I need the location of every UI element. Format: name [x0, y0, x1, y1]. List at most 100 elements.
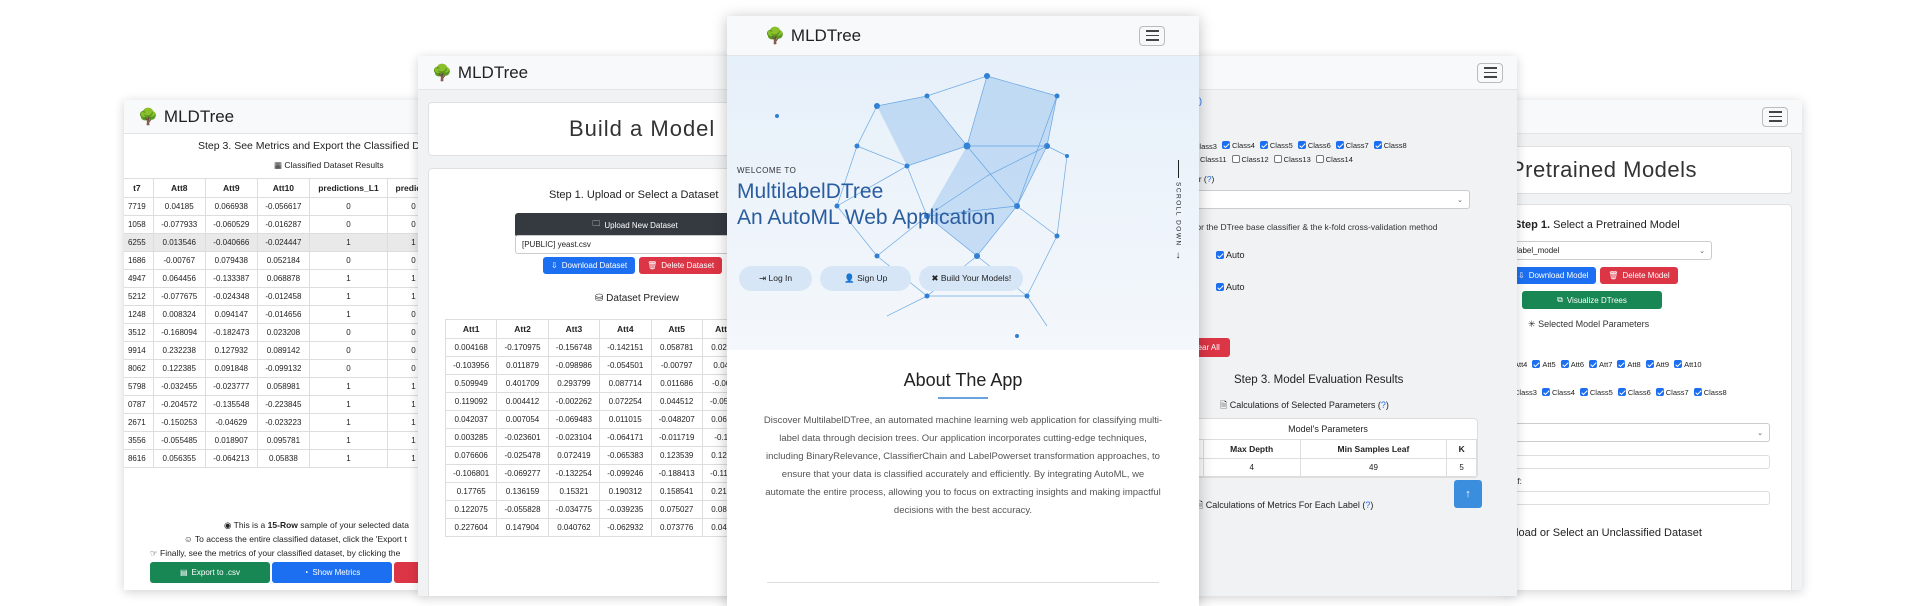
column-header: Att8 [152, 178, 206, 198]
att-checkbox[interactable]: Att5 [1532, 360, 1556, 369]
dataset-preview-heading: ⛁ Dataset Preview [595, 293, 679, 304]
table-row: 5798 -0.032455 -0.023777 0.058981 1 1 [124, 377, 424, 396]
classified-results-window: 🌳 MLDTree Step 3. See Metrics and Export … [124, 100, 424, 590]
download-model-button[interactable]: ⇩ Download Model [1510, 267, 1597, 284]
table-row: 1058 -0.077933 -0.060529 -0.016287 0 0 [124, 215, 424, 234]
table-cell: 0.073776 [650, 518, 703, 537]
att-checkbox[interactable]: Att10 [1674, 360, 1702, 369]
menu-toggle-button[interactable] [1762, 106, 1788, 127]
auto-checkbox[interactable]: Auto [1216, 282, 1245, 292]
att-checkbox[interactable]: Att6 [1560, 360, 1584, 369]
eye-icon: ◉ [224, 520, 232, 530]
tools-icon: ✖ [931, 273, 939, 283]
build-model-window: 🌳 MLDTree Build a Model Step 1. Upload or… [418, 56, 742, 596]
table-cell: -0.170975 [496, 338, 549, 357]
class-checkbox[interactable]: Class5 [1259, 141, 1293, 150]
class-checkbox[interactable]: Class13 [1273, 155, 1311, 164]
table-cell: 0.004412 [496, 392, 549, 411]
column-header: Att2 [496, 319, 549, 339]
table-cell: 0.087714 [599, 374, 652, 393]
column-header: Att5 [650, 319, 703, 339]
table-cell: 0.136159 [496, 482, 549, 501]
folder-icon: 🗀 [592, 219, 601, 228]
table-cell: 0.079438 [204, 251, 258, 270]
table-cell: 0.091848 [204, 359, 258, 378]
classifier-select[interactable]: ⌄ [1180, 190, 1470, 209]
download-dataset-button[interactable]: ⇩ Download Dataset [543, 257, 636, 274]
class-checkbox[interactable]: Class8 [1693, 388, 1727, 397]
att-checkbox[interactable]: Att9 [1645, 360, 1669, 369]
table-cell: 0 [308, 215, 388, 234]
table-cell: 0.013546 [152, 233, 206, 252]
visualize-dtrees-button[interactable]: ⧉ Visualize DTrees [1522, 291, 1662, 309]
smile-icon: ☺ [184, 534, 193, 544]
params-table-card: Model's Parameters Max Depth Min Samples … [1180, 418, 1478, 478]
scroll-down-indicator[interactable]: SCROLL DOWN ↓ [1171, 160, 1185, 290]
chart-icon: ◔ [303, 568, 309, 577]
trash-icon: 🗑 [1608, 271, 1619, 280]
class-checkbox[interactable]: Class6 [1617, 388, 1651, 397]
transformation-select[interactable]: ⌄ [1500, 423, 1770, 442]
table-cell: 6255 [124, 233, 154, 252]
chevron-down-icon: ⌄ [1699, 247, 1705, 255]
pretrained-model-select[interactable]: ultilabel_model ⌄ [1500, 241, 1712, 260]
att-checkbox[interactable]: Att8 [1617, 360, 1641, 369]
brand-logo[interactable]: 🌳 MLDTree [765, 26, 861, 46]
class-checkbox[interactable]: Class14 [1315, 155, 1353, 164]
title-underline [938, 397, 988, 399]
step1-heading: Step 1. Select a Pretrained Model [1514, 219, 1680, 231]
class-checkbox[interactable]: Class5 [1579, 388, 1613, 397]
menu-toggle-button[interactable] [1477, 62, 1503, 83]
export-note: ☺ To access the entire classified datase… [184, 534, 407, 544]
auto-checkbox[interactable]: Auto [1216, 250, 1245, 260]
table-header-row: t7Att8Att9Att10predictions_L1predictio [124, 178, 424, 198]
scroll-to-top-button[interactable]: ↑ [1454, 480, 1482, 508]
table-cell: 0.122075 [444, 500, 498, 519]
calc-metrics-label: 🗎 Calculations of Metrics For Each Label… [1196, 500, 1374, 510]
table-cell: -0.024348 [204, 287, 258, 306]
export-csv-button[interactable]: ▤ Export to .csv [150, 562, 270, 583]
dataset-select[interactable]: [PUBLIC] yeast.csv [515, 235, 742, 254]
table-cell: 0.123539 [650, 446, 703, 465]
login-button[interactable]: ⇥ Log In [739, 266, 813, 291]
class-checkbox[interactable]: Class4 [1541, 388, 1575, 397]
min-samples-leaf-field[interactable] [1500, 491, 1770, 505]
class-checkbox[interactable]: Class8 [1373, 141, 1407, 150]
table-cell: 1 [308, 431, 388, 450]
table-cell: -0.150253 [152, 413, 206, 432]
table-cell: 1 [308, 449, 388, 468]
class-checkbox[interactable]: Class12 [1231, 155, 1269, 164]
table-cell: 0.011686 [650, 374, 703, 393]
text-field[interactable] [1500, 455, 1770, 469]
table-cell: 0.076606 [444, 446, 498, 465]
hero-section: WELCOME TO MultilabelDTree An AutoML Web… [727, 56, 1199, 350]
table-cell: -0.156748 [547, 338, 601, 357]
table-cell: -0.016287 [256, 215, 310, 234]
table-cell: -0.204572 [152, 395, 206, 414]
brand-logo[interactable]: 🌳 MLDTree [138, 107, 234, 127]
table-cell: 1 [308, 377, 388, 396]
file-icon: 🗎 [1220, 400, 1228, 410]
table-cell: -0.04629 [204, 413, 258, 432]
att-checkbox[interactable]: Att7 [1589, 360, 1612, 369]
class-checkbox[interactable]: Class7 [1655, 388, 1689, 397]
brand-logo[interactable]: 🌳 MLDTree [432, 63, 528, 83]
table-cell: 0.064456 [152, 269, 206, 288]
build-models-button[interactable]: ✖ Build Your Models! [919, 266, 1024, 291]
table-cell: 0.004168 [444, 338, 498, 357]
class-checkbox[interactable]: Class4 [1221, 141, 1255, 150]
delete-model-button[interactable]: 🗑 Delete Model [1600, 267, 1678, 284]
file-csv-icon: ▤ [179, 568, 188, 577]
class-checkbox[interactable]: Class6 [1297, 141, 1331, 150]
class-checkbox[interactable]: Class7 [1335, 141, 1369, 150]
menu-toggle-button[interactable] [1139, 25, 1165, 46]
signup-button[interactable]: 👤 Sign Up [820, 266, 912, 291]
delete-dataset-button[interactable]: 🗑 Delete Dataset [639, 257, 723, 274]
show-metrics-button[interactable]: ◔ Show Metrics [272, 562, 392, 583]
table-cell: 0.072254 [599, 392, 652, 411]
upload-dataset-button[interactable]: 🗀 Upload New Dataset [515, 213, 742, 237]
table-cell: -0.023601 [496, 428, 549, 447]
column-header: predictions_L1 [308, 178, 388, 198]
table-cell: -0.00767 [152, 251, 206, 270]
column-header: Att10 [256, 178, 310, 198]
